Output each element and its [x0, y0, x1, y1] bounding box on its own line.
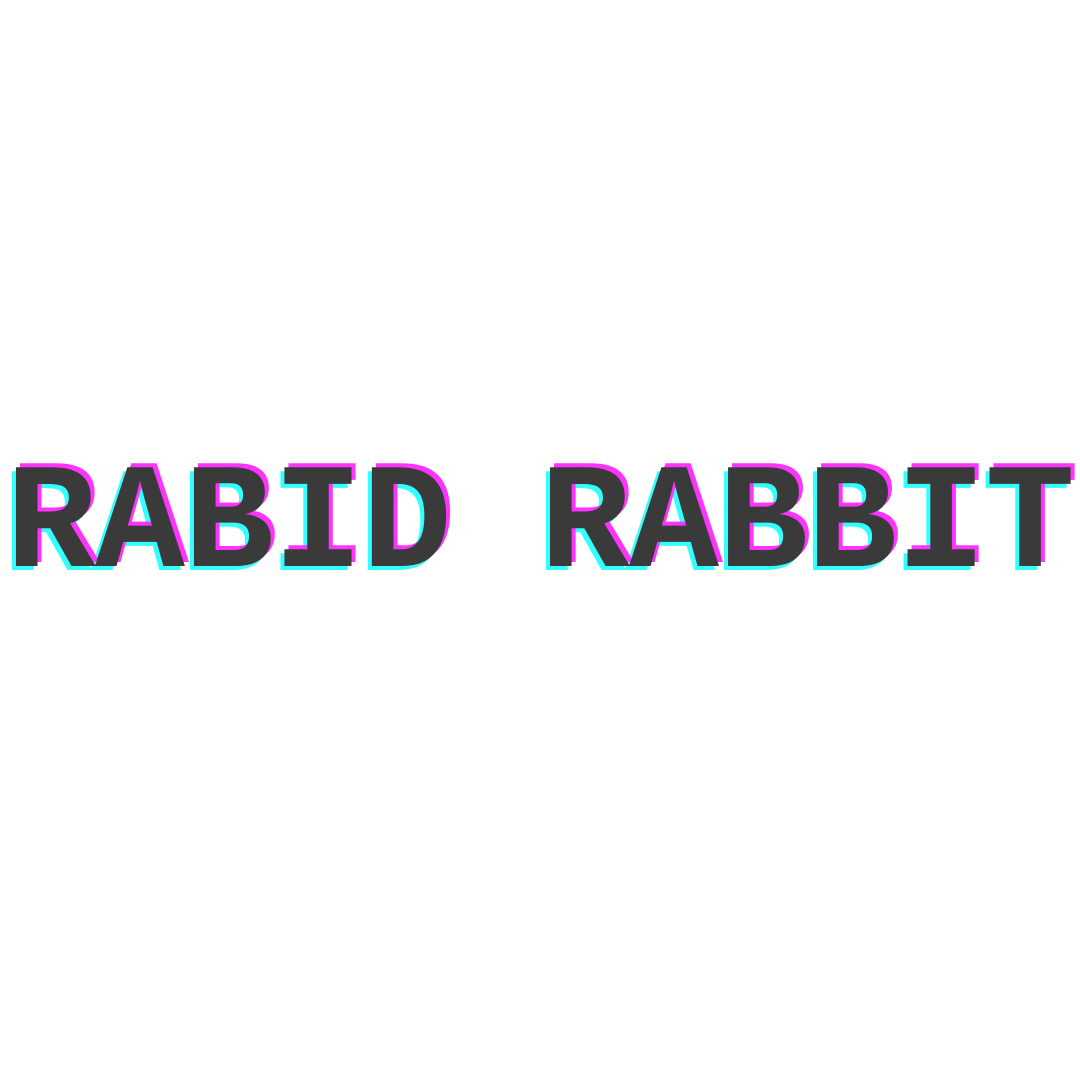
wordmark-title: RABID RABBIT	[5, 442, 1075, 612]
canvas: RABID RABBIT	[0, 0, 1080, 1080]
